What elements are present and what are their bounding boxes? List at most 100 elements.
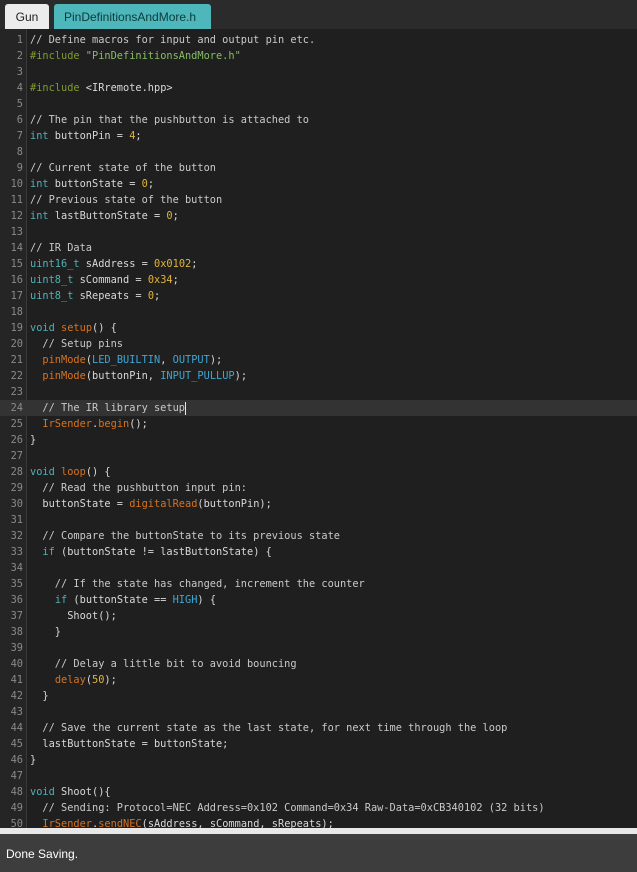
- code-line[interactable]: 34: [0, 560, 637, 576]
- code-text: buttonState =: [48, 178, 142, 190]
- code-keyword: int: [30, 178, 49, 190]
- line-number: 35: [10, 578, 23, 590]
- code-line[interactable]: 13: [0, 224, 637, 240]
- code-line[interactable]: 41 delay(50);: [0, 672, 637, 688]
- line-code: // The pin that the pushbutton is attach…: [30, 112, 309, 128]
- code-constant: HIGH: [172, 594, 198, 606]
- code-constant: OUTPUT: [172, 354, 210, 366]
- line-code: // Setup pins: [30, 336, 123, 352]
- code-line[interactable]: 16 uint8_t sCommand = 0x34;: [0, 272, 637, 288]
- code-text: lastButtonState = buttonState;: [30, 738, 229, 750]
- code-line[interactable]: 1 // Define macros for input and output p…: [0, 32, 637, 48]
- line-number: 30: [10, 498, 23, 510]
- code-function: sendNEC: [98, 818, 142, 828]
- line-number: 43: [10, 706, 23, 718]
- code-line[interactable]: 30 buttonState = digitalRead(buttonPin);: [0, 496, 637, 512]
- code-line[interactable]: 14 // IR Data: [0, 240, 637, 256]
- code-line[interactable]: 26}: [0, 432, 637, 448]
- line-code: // IR Data: [30, 240, 92, 256]
- line-number: 31: [10, 514, 23, 526]
- line-number: 12: [10, 210, 23, 222]
- code-text: sCommand =: [73, 274, 148, 286]
- code-line[interactable]: 5: [0, 96, 637, 112]
- code-text: () {: [85, 466, 111, 478]
- code-line[interactable]: 15 uint16_t sAddress = 0x0102;: [0, 256, 637, 272]
- line-number: 27: [10, 450, 23, 462]
- code-function: setup: [61, 322, 93, 334]
- code-function: digitalRead: [129, 498, 198, 510]
- line-number: 50: [10, 818, 23, 828]
- code-line[interactable]: 27: [0, 448, 637, 464]
- tab-gun[interactable]: Gun: [5, 4, 49, 29]
- line-number: 36: [10, 594, 23, 606]
- code-function: pinMode: [42, 354, 86, 366]
- line-code: }: [30, 432, 36, 448]
- code-line[interactable]: 22 pinMode(buttonPin, INPUT_PULLUP);: [0, 368, 637, 384]
- line-number: 45: [10, 738, 23, 750]
- line-number: 42: [10, 690, 23, 702]
- code-line[interactable]: 9 // Current state of the button: [0, 160, 637, 176]
- code-line[interactable]: 18: [0, 304, 637, 320]
- code-keyword: if: [54, 594, 68, 606]
- code-line[interactable]: 49 // Sending: Protocol=NEC Address=0x10…: [0, 800, 637, 816]
- code-line[interactable]: 31: [0, 512, 637, 528]
- code-line[interactable]: 45 lastButtonState = buttonState;: [0, 736, 637, 752]
- code-line[interactable]: 39: [0, 640, 637, 656]
- code-comment: // Sending: Protocol=NEC Address=0x102 C…: [30, 802, 545, 814]
- line-number: 8: [16, 146, 23, 158]
- code-line[interactable]: 48 void Shoot(){: [0, 784, 637, 800]
- code-line[interactable]: 44 // Save the current state as the last…: [0, 720, 637, 736]
- code-function: IrSender: [42, 818, 93, 828]
- code-line[interactable]: 28 void loop() {: [0, 464, 637, 480]
- code-line[interactable]: 50 IrSender.sendNEC(sAddress, sCommand, …: [0, 816, 637, 828]
- code-line[interactable]: 10 int buttonState = 0;: [0, 176, 637, 192]
- code-line[interactable]: 42 }: [0, 688, 637, 704]
- code-line[interactable]: 32 // Compare the buttonState to its pre…: [0, 528, 637, 544]
- line-code: // Sending: Protocol=NEC Address=0x102 C…: [30, 800, 545, 816]
- code-line[interactable]: 21 pinMode(LED_BUILTIN, OUTPUT);: [0, 352, 637, 368]
- line-code: pinMode(LED_BUILTIN, OUTPUT);: [30, 352, 222, 368]
- code-line[interactable]: 37 Shoot();: [0, 608, 637, 624]
- code-line[interactable]: 12 int lastButtonState = 0;: [0, 208, 637, 224]
- line-code: // Define macros for input and output pi…: [30, 32, 315, 48]
- code-line[interactable]: 40 // Delay a little bit to avoid bounci…: [0, 656, 637, 672]
- code-line[interactable]: 6 // The pin that the pushbutton is attac…: [0, 112, 637, 128]
- code-text: }: [30, 690, 49, 702]
- code-line[interactable]: 25 IrSender.begin();: [0, 416, 637, 432]
- code-line[interactable]: 33 if (buttonState != lastButtonState) {: [0, 544, 637, 560]
- code-text: }: [30, 754, 37, 766]
- code-line[interactable]: 20 // Setup pins: [0, 336, 637, 352]
- code-line[interactable]: 43: [0, 704, 637, 720]
- code-line[interactable]: 38 }: [0, 624, 637, 640]
- code-line[interactable]: 35 // If the state has changed, incremen…: [0, 576, 637, 592]
- code-line[interactable]: 29 // Read the pushbutton input pin:: [0, 480, 637, 496]
- code-number: 50: [92, 674, 105, 686]
- code-line[interactable]: 17 uint8_t sRepeats = 0;: [0, 288, 637, 304]
- code-text: );: [234, 370, 248, 382]
- line-code: int lastButtonState = 0;: [30, 208, 179, 224]
- line-code: if (buttonState == HIGH) {: [30, 592, 216, 608]
- tab-pindefinitionsandmore[interactable]: PinDefinitionsAndMore.h: [54, 4, 211, 29]
- line-number: 26: [10, 434, 23, 446]
- line-number: 16: [10, 274, 23, 286]
- line-number: 40: [10, 658, 23, 670]
- code-line[interactable]: 4 #include <IRremote.hpp>: [0, 80, 637, 96]
- code-line[interactable]: 2 #include "PinDefinitionsAndMore.h": [0, 48, 637, 64]
- code-text: ;: [135, 130, 142, 142]
- code-line[interactable]: 47: [0, 768, 637, 784]
- code-line[interactable]: 8: [0, 144, 637, 160]
- code-line[interactable]: 24 // The IR library setup: [0, 400, 637, 416]
- code-line[interactable]: 7 int buttonPin = 4;: [0, 128, 637, 144]
- code-editor[interactable]: 1 // Define macros for input and output p…: [0, 29, 637, 828]
- code-line[interactable]: 46}: [0, 752, 637, 768]
- code-text: (sAddress, sCommand, sRepeats);: [141, 818, 334, 828]
- code-line[interactable]: 23: [0, 384, 637, 400]
- code-line[interactable]: 36 if (buttonState == HIGH) {: [0, 592, 637, 608]
- line-code: // Compare the buttonState to its previo…: [30, 528, 340, 544]
- code-line[interactable]: 3: [0, 64, 637, 80]
- code-line[interactable]: 19 void setup() {: [0, 320, 637, 336]
- code-line[interactable]: 11 // Previous state of the button: [0, 192, 637, 208]
